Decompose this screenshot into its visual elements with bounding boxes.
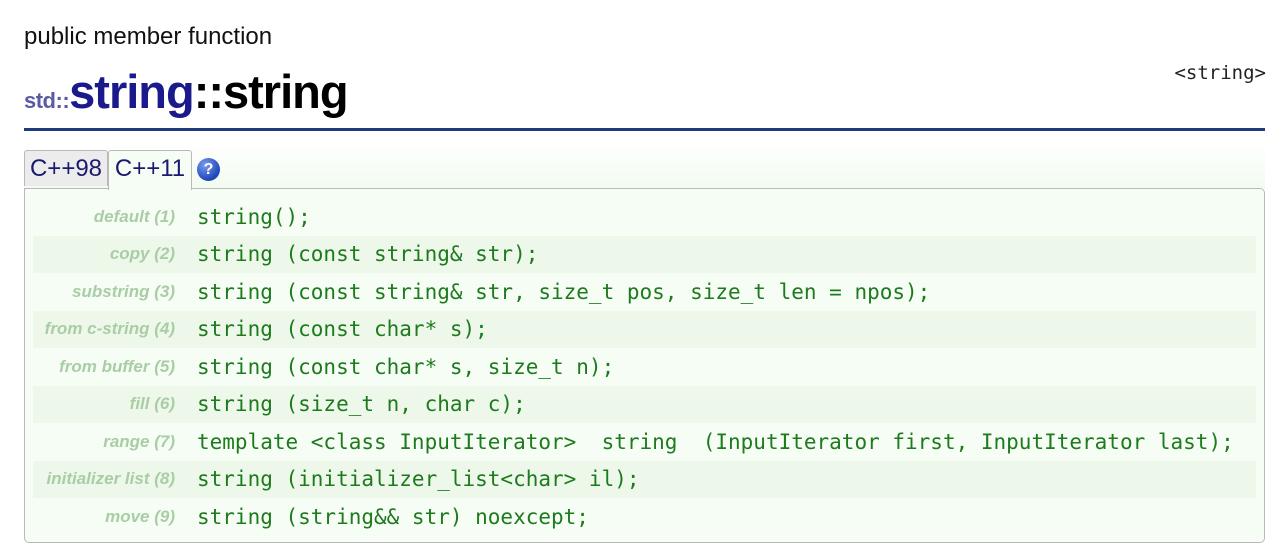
- signature-code: string (const char* s);: [197, 317, 488, 342]
- signature-label: range (7): [103, 431, 175, 451]
- signature-row: from buffer (5) string (const char* s, s…: [33, 348, 1256, 386]
- signature-code: string (const string& str);: [197, 242, 539, 267]
- question-circle-icon[interactable]: ?: [197, 158, 220, 181]
- signature-code: string (const char* s, size_t n);: [197, 354, 615, 379]
- signatures-table: default (1) string(); copy (2) string (c…: [33, 198, 1256, 536]
- signature-row: move (9) string (string&& str) noexcept;: [33, 498, 1256, 536]
- signature-label: fill (6): [129, 394, 175, 414]
- signature-label: default (1): [93, 206, 175, 226]
- signature-code: template <class InputIterator> string (I…: [197, 429, 1234, 454]
- signature-label: from buffer (5): [59, 356, 175, 376]
- tab-cpp11[interactable]: C++11: [108, 150, 192, 190]
- signature-label: copy (2): [109, 244, 175, 264]
- page-title: std::string::string: [24, 62, 349, 134]
- signature-row: substring (3) string (const string& str,…: [33, 273, 1256, 311]
- header-file-label: <string>: [1174, 62, 1266, 84]
- signature-label: move (9): [105, 506, 175, 526]
- signature-row: initializer list (8) string (initializer…: [33, 460, 1256, 498]
- signature-code: string (size_t n, char c);: [197, 392, 526, 417]
- signature-code: string (string&& str) noexcept;: [197, 504, 589, 529]
- title-member-name: ::string: [193, 65, 349, 118]
- signature-row: default (1) string();: [33, 198, 1256, 236]
- member-kind-label: public member function: [24, 23, 273, 50]
- tab-cpp98[interactable]: C++98: [24, 150, 108, 186]
- signature-row: from c-string (4) string (const char* s)…: [33, 310, 1256, 348]
- signature-code: string (initializer_list<char> il);: [197, 467, 640, 492]
- title-namespace: std::: [24, 88, 70, 113]
- signature-code: string (const string& str, size_t pos, s…: [197, 279, 931, 304]
- signature-row: copy (2) string (const string& str);: [33, 235, 1256, 273]
- title-divider: [24, 128, 1265, 131]
- signature-label: from c-string (4): [44, 319, 175, 339]
- signature-row: fill (6) string (size_t n, char c);: [33, 385, 1256, 423]
- signature-label: substring (3): [72, 281, 175, 301]
- signatures-panel: default (1) string(); copy (2) string (c…: [24, 188, 1265, 543]
- signature-code: string();: [197, 204, 311, 229]
- title-class-name: string: [69, 65, 195, 118]
- signature-label: initializer list (8): [46, 469, 175, 489]
- signature-row: range (7) template <class InputIterator>…: [33, 423, 1256, 461]
